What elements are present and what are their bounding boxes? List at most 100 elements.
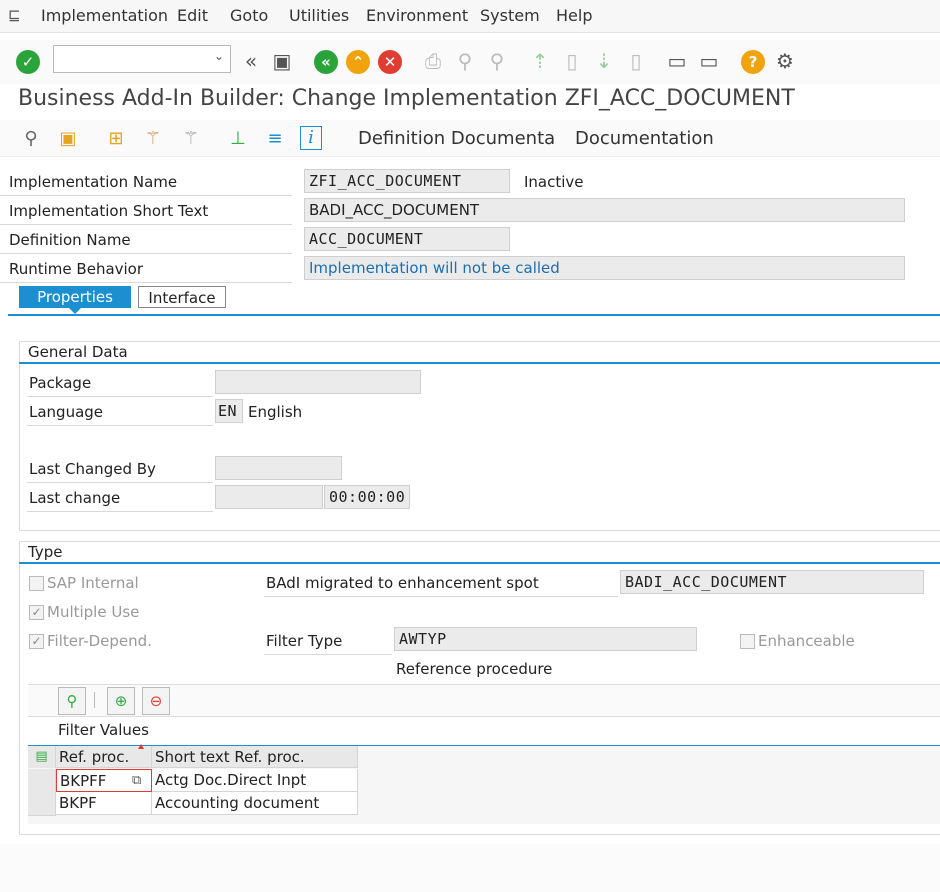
last-change-time-field[interactable]: 00:00:00 [324,485,410,509]
filter-values-header [28,716,940,747]
print-icon[interactable]: ⎙ [420,48,446,74]
definition-name-field[interactable]: ACC_DOCUMENT [304,227,510,251]
find-next-icon[interactable]: ⚲ [484,48,510,74]
menu-implementation[interactable]: Implementation [41,6,168,25]
first-page-icon[interactable]: ⇡ [527,48,553,74]
column-header-short-text[interactable]: Short text Ref. proc. [152,746,358,768]
other-object-icon[interactable]: ▣ [55,126,81,152]
deactivate-icon[interactable]: ⚚ [178,126,204,152]
language-code-field[interactable]: EN [215,399,243,423]
package-underline [27,396,213,397]
filter-type-label: Filter Type [266,632,343,650]
migrated-label: BAdI migrated to enhancement spot [266,574,539,592]
runtime-label: Runtime Behavior [0,255,292,283]
help-icon[interactable]: ? [741,50,765,74]
impl-name-field[interactable]: ZFI_ACC_DOCUMENT [304,169,510,193]
row-selector[interactable] [28,769,56,793]
tab-properties[interactable]: Properties [19,286,131,308]
last-change-underline [27,511,213,512]
migrated-underline [264,596,618,597]
menu-environment[interactable]: Environment [366,6,468,25]
multiple-use-label: Multiple Use [47,603,140,621]
chevron-down-icon[interactable]: ⌄ [214,49,224,63]
enter-icon[interactable]: ✓ [16,50,40,74]
insert-row-icon[interactable]: ⊕ [107,687,135,715]
last-page-icon[interactable]: ▯ [623,48,649,74]
tab-strip-line [8,314,940,316]
general-data-group [19,341,940,531]
menu-system[interactable]: System [480,6,540,25]
activate-icon[interactable]: ⚚ [140,126,166,152]
toolbar-separator [94,692,95,708]
last-change-date-field[interactable] [215,485,323,509]
sap-internal-checkbox[interactable] [29,576,44,591]
menu-icon[interactable]: ⊑ [8,6,21,24]
language-label: Language [29,403,104,421]
page-title: Business Add-In Builder: Change Implemen… [18,86,795,111]
sort-ascending-icon [138,744,144,749]
tree-icon[interactable]: ⊞ [103,126,129,152]
menu-goto[interactable]: Goto [230,6,268,25]
filter-depend-checkbox[interactable]: ✓ [29,634,44,649]
find-icon[interactable]: ⚲ [452,48,478,74]
next-page-icon[interactable]: ⇣ [591,48,617,74]
enhanceable-checkbox[interactable] [740,634,755,649]
table-settings-icon[interactable]: ▤ [28,746,56,768]
previous-page-icon[interactable]: ▯ [559,48,585,74]
last-change-label: Last change [29,489,121,507]
footer-area [0,844,940,892]
changed-by-label: Last Changed By [29,460,156,478]
status-text: Inactive [524,173,584,191]
tab-interface[interactable]: Interface [138,286,226,308]
exit-icon[interactable]: ⌃ [346,50,370,74]
row-selector[interactable] [28,792,56,816]
type-line [19,562,940,564]
filter-depend-label: Filter-Depend. [47,632,152,650]
delete-row-icon[interactable]: ⊖ [142,687,170,715]
general-data-title: General Data [28,343,128,361]
short-text-label: Implementation Short Text [0,197,292,225]
table-cell-short-text: Accounting document [152,792,358,815]
changed-by-field[interactable] [215,456,342,480]
definition-name-label: Definition Name [0,226,292,254]
impl-name-label: Implementation Name [0,168,292,196]
ref-proc-label: Reference procedure [396,660,553,678]
display-object-list-icon[interactable]: ⚲ [18,126,44,152]
cancel-icon[interactable]: ✕ [378,50,402,74]
definition-doc-button[interactable]: Definition Documenta [358,128,555,149]
menu-edit[interactable]: Edit [177,6,208,25]
filter-type-underline [264,654,392,655]
filter-type-field[interactable]: AWTYP [394,627,697,651]
back-double-icon[interactable]: « [238,48,264,74]
documentation-button[interactable]: Documentation [575,128,714,149]
command-field[interactable]: ⌄ [53,45,231,73]
value-help-icon[interactable]: ⧉ [132,773,141,788]
back-icon[interactable]: « [314,50,338,74]
shortcut-icon[interactable]: ▭ [696,48,722,74]
migrated-field[interactable]: BADI_ACC_DOCUMENT [620,570,924,594]
package-field[interactable] [215,370,421,394]
sap-internal-label: SAP Internal [47,574,139,592]
info-icon[interactable]: i [300,126,322,150]
multiple-use-checkbox[interactable]: ✓ [29,605,44,620]
table-cell-ref-proc[interactable]: BKPF [56,792,152,815]
type-title: Type [28,543,63,561]
create-session-icon[interactable]: ▭ [664,48,690,74]
language-underline [27,425,213,426]
details-icon[interactable]: ⚲ [58,687,86,715]
enhanceable-label: Enhanceable [758,632,855,650]
short-text-field[interactable]: BADI_ACC_DOCUMENT [304,198,905,222]
align-icon[interactable]: ≡ [262,126,288,152]
menu-utilities[interactable]: Utilities [289,6,349,25]
runtime-field: Implementation will not be called [304,256,905,280]
column-header-ref-proc[interactable]: Ref. proc. [56,746,152,768]
package-label: Package [29,374,92,392]
language-name: English [248,403,303,421]
tab-pointer [69,308,81,314]
changed-by-underline [27,482,213,483]
general-data-line [19,362,940,364]
save-icon[interactable]: ▣ [269,48,295,74]
menu-help[interactable]: Help [556,6,592,25]
customize-icon[interactable]: ⚙ [772,48,798,74]
hierarchy-icon[interactable]: ⊥ [225,126,251,152]
